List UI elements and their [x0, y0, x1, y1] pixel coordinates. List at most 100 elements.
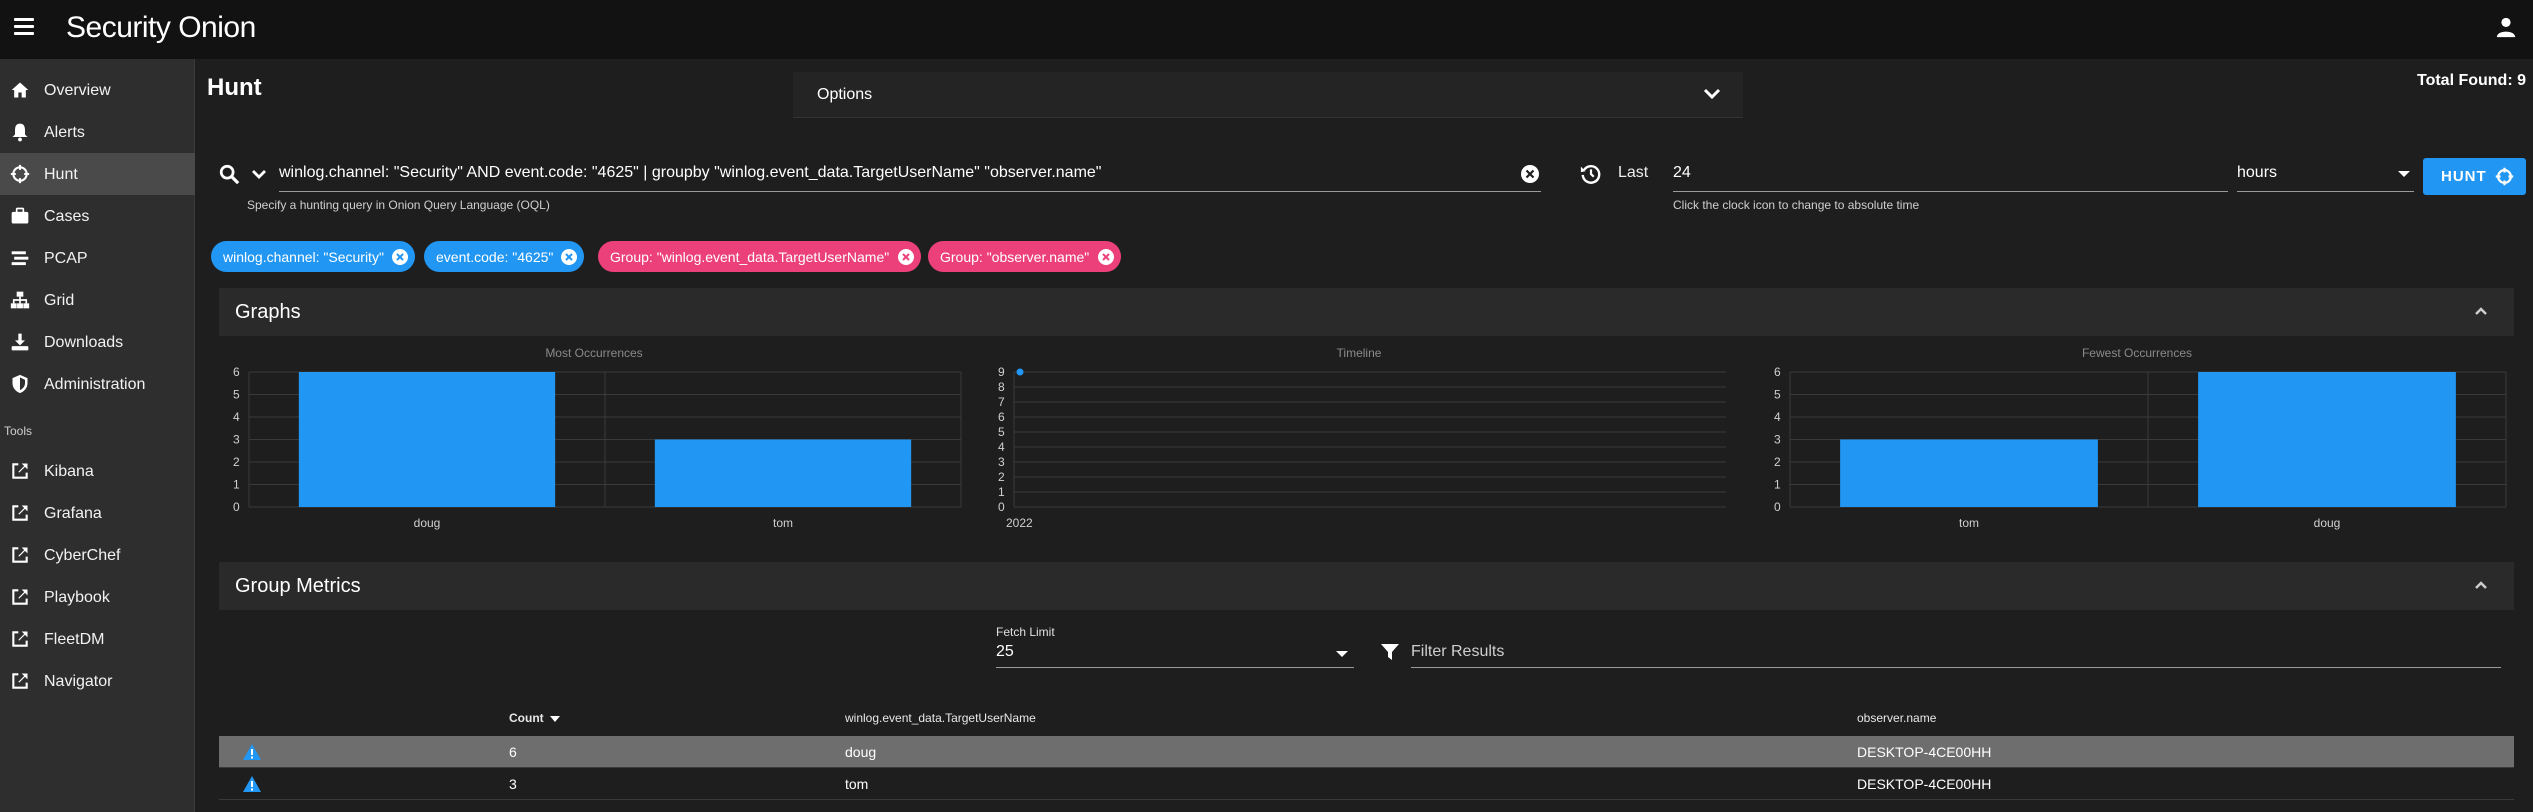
time-unit-select[interactable]: hours	[2237, 158, 2414, 192]
group-chip[interactable]: Group: "winlog.event_data.TargetUserName…	[598, 241, 921, 272]
y-tick-label: 5	[1774, 388, 1781, 402]
sidebar-item-label: Alerts	[44, 124, 85, 141]
fetch-limit-select[interactable]: 25	[996, 640, 1354, 668]
hunt-button[interactable]: HUNT	[2423, 158, 2526, 195]
external-link-icon	[12, 463, 28, 479]
data-point[interactable]	[1016, 368, 1024, 376]
chevron-up-icon[interactable]	[2474, 580, 2488, 590]
sidebar-tool-navigator[interactable]: Navigator	[0, 660, 195, 702]
chevron-up-icon[interactable]	[2474, 306, 2488, 316]
bar[interactable]	[2198, 372, 2456, 507]
sidebar-tool-kibana[interactable]: Kibana	[0, 450, 195, 492]
filter-results-input[interactable]: Filter Results	[1411, 638, 2501, 668]
group-chip[interactable]: Group: "observer.name"	[928, 241, 1121, 272]
time-hint: Click the clock icon to change to absolu…	[1673, 198, 1920, 212]
y-tick-label: 1	[998, 485, 1005, 499]
y-tick-label: 8	[998, 380, 1005, 394]
time-unit-value: hours	[2237, 164, 2278, 181]
sidebar-tool-playbook[interactable]: Playbook	[0, 576, 195, 618]
group-metrics-panel-header[interactable]: Group Metrics	[219, 562, 2514, 610]
tools-header: Tools	[4, 424, 33, 438]
sidebar-item-label: FleetDM	[44, 631, 105, 648]
sidebar-tool-cyberchef[interactable]: CyberChef	[0, 534, 195, 576]
sidebar-item-label: Downloads	[44, 334, 124, 351]
sort-desc-icon	[549, 715, 560, 722]
time-value-input[interactable]: 24	[1673, 158, 2228, 192]
external-link-icon	[12, 505, 28, 521]
sidebar-item-alerts[interactable]: Alerts	[0, 111, 195, 153]
y-tick-label: 2	[233, 455, 240, 469]
query-hint: Specify a hunting query in Onion Query L…	[247, 198, 550, 212]
sidebar-tool-grafana[interactable]: Grafana	[0, 492, 195, 534]
filter-icon	[1381, 644, 1399, 660]
table-row[interactable]: 6 doug DESKTOP-4CE00HH	[219, 736, 2514, 768]
x-tick-label: tom	[773, 516, 793, 530]
warning-icon[interactable]	[242, 743, 262, 761]
sidebar-item-label: Administration	[44, 376, 146, 393]
bar[interactable]	[298, 372, 556, 507]
warning-icon[interactable]	[242, 775, 262, 793]
sidebar-item-overview[interactable]: Overview	[0, 69, 195, 111]
query-input[interactable]: winlog.channel: "Security" AND event.cod…	[279, 158, 1541, 192]
brand-logo: Security Onion	[66, 11, 256, 44]
y-tick-label: 2	[1774, 455, 1781, 469]
y-tick-label: 9	[998, 365, 1005, 379]
sidebar-item-label: Navigator	[44, 673, 113, 690]
options-expander[interactable]: Options	[793, 72, 1743, 118]
filter-chip[interactable]: event.code: "4625"	[424, 241, 584, 272]
cell-user[interactable]: doug	[845, 744, 876, 760]
chart-most-occurrences: 0 1 2 3 4 5 6 doug tom	[233, 365, 962, 530]
group-metrics-title: Group Metrics	[235, 575, 361, 597]
crosshairs-icon	[10, 164, 30, 184]
close-icon[interactable]	[561, 249, 577, 265]
options-label: Options	[817, 86, 873, 103]
clear-query-icon[interactable]	[1520, 164, 1540, 184]
chart-timeline: 0123456789 2022	[998, 365, 1726, 530]
query-dropdown-icon[interactable]	[251, 168, 267, 180]
bar[interactable]	[1840, 439, 2098, 508]
y-tick-label: 5	[233, 388, 240, 402]
sidebar-item-label: Overview	[44, 82, 111, 99]
column-header-observer[interactable]: observer.name	[1857, 711, 1936, 725]
table-row[interactable]: 3 tom DESKTOP-4CE00HH	[219, 768, 2514, 800]
close-icon[interactable]	[1098, 249, 1114, 265]
column-header-count[interactable]: Count	[509, 711, 560, 725]
sidebar-tool-fleetdm[interactable]: FleetDM	[0, 618, 195, 660]
sidebar: Overview Alerts Hunt Cases PCAP Grid Dow…	[0, 59, 195, 812]
last-label: Last	[1618, 164, 1649, 181]
sidebar-item-cases[interactable]: Cases	[0, 195, 195, 237]
cell-user[interactable]: tom	[845, 776, 868, 792]
sidebar-item-label: Grid	[44, 292, 75, 309]
column-header-user[interactable]: winlog.event_data.TargetUserName	[845, 711, 1036, 725]
sidebar-item-downloads[interactable]: Downloads	[0, 321, 195, 363]
x-tick-label: tom	[1959, 516, 1979, 530]
cell-observer[interactable]: DESKTOP-4CE00HH	[1857, 776, 1991, 792]
search-icon[interactable]	[218, 163, 240, 185]
sidebar-item-label: Cases	[44, 208, 90, 225]
y-tick-label: 4	[1774, 410, 1781, 424]
bar[interactable]	[654, 439, 912, 508]
home-icon	[11, 82, 29, 98]
history-clock-icon[interactable]	[1580, 163, 1602, 185]
menu-icon[interactable]	[14, 18, 34, 35]
y-tick-label: 1	[233, 478, 240, 492]
fetch-limit-label: Fetch Limit	[996, 625, 1055, 639]
bell-icon	[12, 123, 28, 142]
graphs-panel-header[interactable]: Graphs	[219, 288, 2514, 336]
external-link-icon	[12, 589, 28, 605]
sidebar-item-pcap[interactable]: PCAP	[0, 237, 195, 279]
external-link-icon	[12, 547, 28, 563]
cell-observer[interactable]: DESKTOP-4CE00HH	[1857, 744, 1991, 760]
y-tick-label: 1	[1774, 478, 1781, 492]
y-tick-label: 3	[233, 433, 240, 447]
sidebar-item-administration[interactable]: Administration	[0, 363, 195, 405]
sidebar-item-label: Grafana	[44, 505, 102, 522]
sidebar-item-grid[interactable]: Grid	[0, 279, 195, 321]
close-icon[interactable]	[898, 249, 914, 265]
close-icon[interactable]	[392, 249, 408, 265]
graphs-title: Graphs	[235, 301, 301, 323]
sidebar-item-hunt[interactable]: Hunt	[0, 153, 195, 195]
filter-chip[interactable]: winlog.channel: "Security"	[211, 241, 415, 272]
briefcase-icon	[11, 207, 29, 224]
user-icon[interactable]	[2495, 16, 2517, 38]
